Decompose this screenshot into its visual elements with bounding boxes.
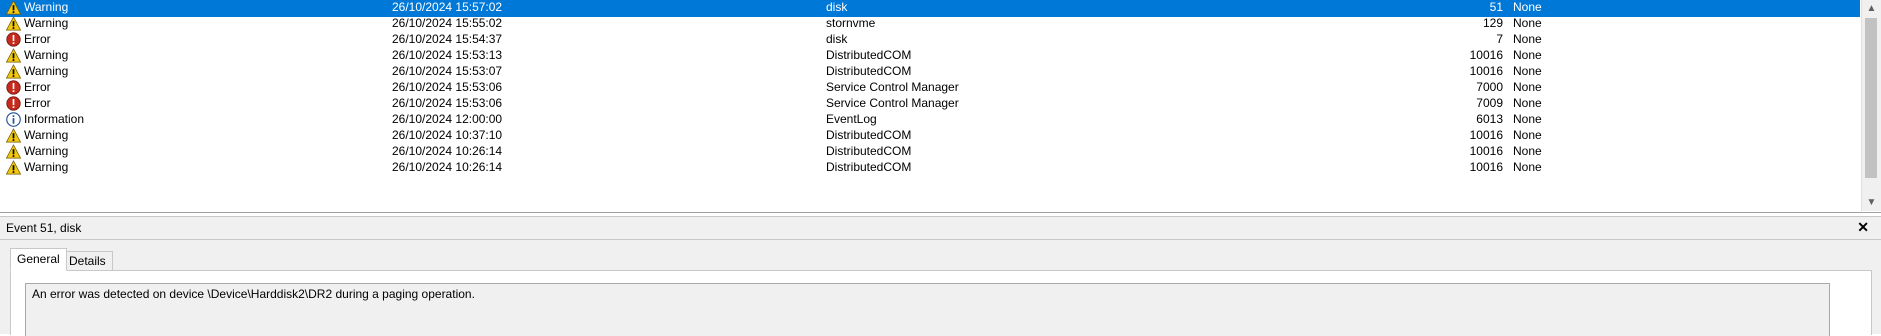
event-message-box[interactable]: An error was detected on device \Device\… [25,283,1830,336]
event-datetime: 26/10/2024 10:26:14 [392,160,503,174]
event-task-category: None [1513,160,1542,174]
scroll-thumb[interactable] [1865,18,1877,178]
tab-details[interactable]: Details [62,251,113,271]
scroll-down-arrow-icon[interactable]: ▼ [1862,194,1881,211]
event-message: An error was detected on device \Device\… [32,287,475,301]
tab-general[interactable]: General [10,248,67,271]
vertical-scrollbar[interactable]: ▲ ▼ [1861,0,1881,211]
warning-icon [6,158,22,177]
scroll-up-arrow-icon[interactable]: ▲ [1862,0,1881,17]
tab-content: An error was detected on device \Device\… [10,270,1872,336]
event-detail-panel: Event 51, disk ✕ General Details An erro… [0,216,1881,336]
event-source: DistributedCOM [826,160,912,174]
detail-title: Event 51, disk [6,221,82,235]
event-level: Warning [24,160,69,174]
event-list: Warning 26/10/2024 15:57:02 disk 51 None Warn… [0,0,1881,213]
close-icon[interactable]: ✕ [1857,219,1869,235]
detail-divider [0,239,1881,240]
event-id: 10016 [1469,160,1503,174]
event-row[interactable]: Warning 26/10/2024 10:26:14 DistributedCOM… [0,158,1860,177]
